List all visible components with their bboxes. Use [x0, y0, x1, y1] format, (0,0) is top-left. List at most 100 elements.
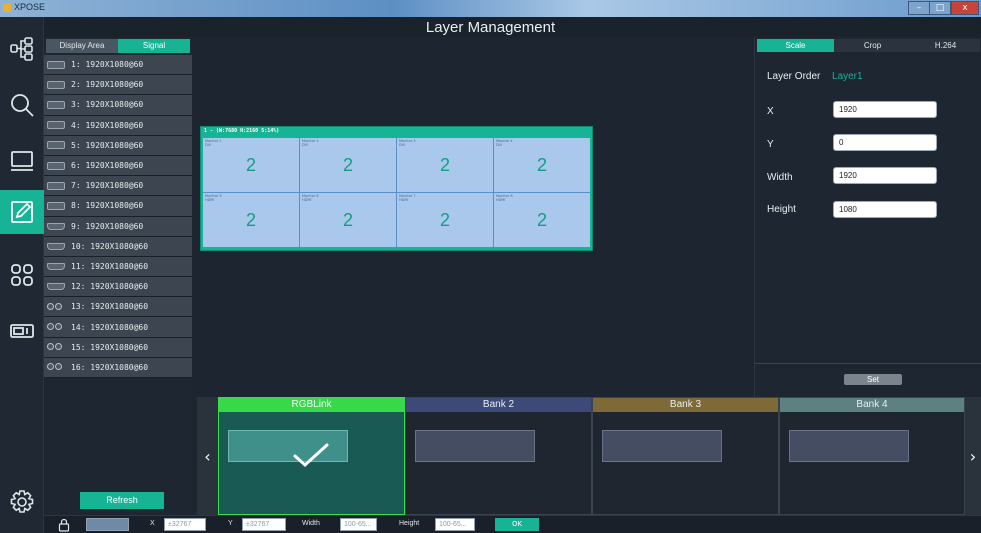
signal-tabs: Display Area Signal: [44, 37, 192, 53]
rail-grid-button[interactable]: [0, 253, 44, 297]
monitor-cell[interactable]: Monitor 2 DVI 2: [300, 138, 396, 192]
monitor-cell[interactable]: Monitor 7 HDMI 2: [397, 193, 493, 247]
monitor-cell[interactable]: Monitor 6 HDMI 2: [300, 193, 396, 247]
tab-signal[interactable]: Signal: [118, 39, 190, 53]
rail-device-button[interactable]: [0, 309, 44, 353]
signal-item[interactable]: 8: 1920X1080@60: [44, 196, 192, 217]
monitor-name: Monitor 5 HDMI: [205, 194, 222, 202]
refresh-button[interactable]: Refresh: [80, 492, 164, 509]
x-field[interactable]: 1920: [833, 101, 937, 118]
signal-label: 12: 1920X1080@60: [71, 282, 149, 292]
signal-label: 11: 1920X1080@60: [71, 261, 149, 271]
signal-item[interactable]: 2: 1920X1080@60: [44, 75, 192, 96]
monitor-cell[interactable]: Monitor 5 HDMI 2: [203, 193, 299, 247]
minimize-button[interactable]: –: [908, 1, 930, 15]
signal-item[interactable]: 10: 1920X1080@60: [44, 236, 192, 257]
tab-h264[interactable]: H.264: [911, 39, 980, 52]
status-height-field[interactable]: 100-65...: [435, 518, 475, 531]
status-x-label: X: [150, 520, 155, 527]
signal-item[interactable]: 4: 1920X1080@60: [44, 115, 192, 136]
sdi-port-icon: [47, 302, 65, 311]
signal-label: 5: 1920X1080@60: [71, 140, 144, 150]
signal-item[interactable]: 1: 1920X1080@60: [44, 55, 192, 76]
rail-edit-button[interactable]: [0, 190, 44, 234]
signal-item[interactable]: 14: 1920X1080@60: [44, 317, 192, 338]
layer-name-field[interactable]: [86, 518, 129, 531]
signal-item[interactable]: 15: 1920X1080@60: [44, 337, 192, 358]
tab-display-area[interactable]: Display Area: [46, 39, 118, 53]
x-label: X: [767, 106, 774, 117]
bank-title: Bank 3: [593, 398, 778, 412]
bank-3[interactable]: Bank 3: [592, 397, 779, 515]
layer-order-value: Layer1: [832, 71, 863, 82]
monitor-port: DVI: [399, 143, 406, 147]
signal-list: 1: 1920X1080@60 2: 1920X1080@60 3: 1920X10…: [44, 55, 192, 378]
ok-button[interactable]: OK: [495, 518, 539, 531]
sdi-port-icon: [47, 343, 65, 351]
monitor-cell[interactable]: Monitor 4 DVI 2: [494, 138, 590, 192]
signal-item[interactable]: 16: 1920X1080@60: [44, 357, 192, 378]
bank-rgblink[interactable]: RGBLink: [218, 397, 405, 515]
bank-prev-button[interactable]: ‹: [197, 397, 218, 515]
y-field[interactable]: 0: [833, 134, 937, 151]
width-field[interactable]: 1920: [833, 167, 937, 184]
signal-item[interactable]: 12: 1920X1080@60: [44, 277, 192, 298]
signal-label: 4: 1920X1080@60: [71, 120, 144, 130]
bank-title: Bank 2: [406, 398, 591, 412]
edit-icon: [11, 201, 33, 223]
signal-item[interactable]: 11: 1920X1080@60: [44, 256, 192, 278]
dvi-port-icon: [47, 141, 65, 150]
monitor-port: DVI: [302, 143, 309, 147]
signal-label: 3: 1920X1080@60: [71, 100, 144, 110]
monitor-layer-count: 2: [342, 155, 353, 175]
monitor-name: Monitor 7 HDMI: [399, 194, 416, 202]
status-x-field[interactable]: ±32767: [164, 518, 206, 531]
rail-settings-button[interactable]: [0, 480, 44, 524]
monitor-name: Monitor 2 DVI: [302, 139, 319, 147]
property-tabs: Scale Crop H.264: [755, 39, 981, 52]
bank-2[interactable]: Bank 2: [405, 397, 592, 515]
status-y-field[interactable]: ±32767: [242, 518, 286, 531]
signal-label: 16: 1920X1080@60: [71, 362, 149, 372]
set-button[interactable]: Set: [844, 374, 902, 385]
signal-item[interactable]: 13: 1920X1080@60: [44, 297, 192, 318]
bank-next-button[interactable]: ›: [965, 397, 981, 515]
monitor-layer-count: 2: [342, 210, 353, 230]
height-field[interactable]: 1080: [833, 201, 937, 218]
monitor-name: Monitor 3 DVI: [399, 139, 416, 147]
layer-canvas[interactable]: 1 - (W:7680 H:2160 S:14%) Monitor 1 DVI 2 M…: [192, 37, 754, 397]
monitor-port: DVI: [205, 143, 212, 147]
monitor-cell[interactable]: Monitor 1 DVI 2: [203, 138, 299, 192]
monitor-layer-count: 2: [439, 210, 450, 230]
screen-layout[interactable]: 1 - (W:7680 H:2160 S:14%) Monitor 1 DVI 2 M…: [200, 126, 593, 251]
vga-port-icon: [47, 100, 65, 109]
bank-4[interactable]: Bank 4: [779, 397, 965, 515]
monitor-cell[interactable]: Monitor 3 DVI 2: [397, 138, 493, 192]
signal-item[interactable]: 6: 1920X1080@60: [44, 155, 192, 177]
maximize-button[interactable]: □: [929, 1, 951, 15]
status-width-field[interactable]: 100-65...: [340, 518, 377, 531]
tab-scale[interactable]: Scale: [757, 39, 834, 52]
rail-monitor-button[interactable]: [0, 139, 44, 183]
signal-item[interactable]: 9: 1920X1080@60: [44, 216, 192, 237]
tab-crop[interactable]: Crop: [834, 39, 911, 52]
status-height-label: Height: [399, 520, 420, 527]
monitor-cell[interactable]: Monitor 8 HDMI 2: [494, 193, 590, 247]
monitor-name: Monitor 6 HDMI: [302, 194, 319, 202]
layer-order-label: Layer Order: [767, 71, 821, 82]
rail-search-button[interactable]: [0, 83, 44, 127]
monitor-port: HDMI: [496, 198, 506, 202]
height-label: Height: [767, 204, 796, 215]
signal-label: 15: 1920X1080@60: [71, 342, 149, 352]
signal-item[interactable]: 3: 1920X1080@60: [44, 95, 192, 116]
title-bar: XPOSE – □ x: [0, 0, 981, 17]
lock-icon[interactable]: [58, 518, 70, 532]
close-button[interactable]: x: [951, 1, 979, 15]
hdmi-port-icon: [47, 262, 65, 270]
rail-hierarchy-button[interactable]: [0, 27, 44, 71]
signal-item[interactable]: 7: 1920X1080@60: [44, 176, 192, 197]
signal-label: 7: 1920X1080@60: [71, 181, 144, 191]
monitor-layer-count: 2: [245, 210, 256, 230]
signal-item[interactable]: 5: 1920X1080@60: [44, 135, 192, 156]
dvi-port-icon: [47, 181, 65, 190]
